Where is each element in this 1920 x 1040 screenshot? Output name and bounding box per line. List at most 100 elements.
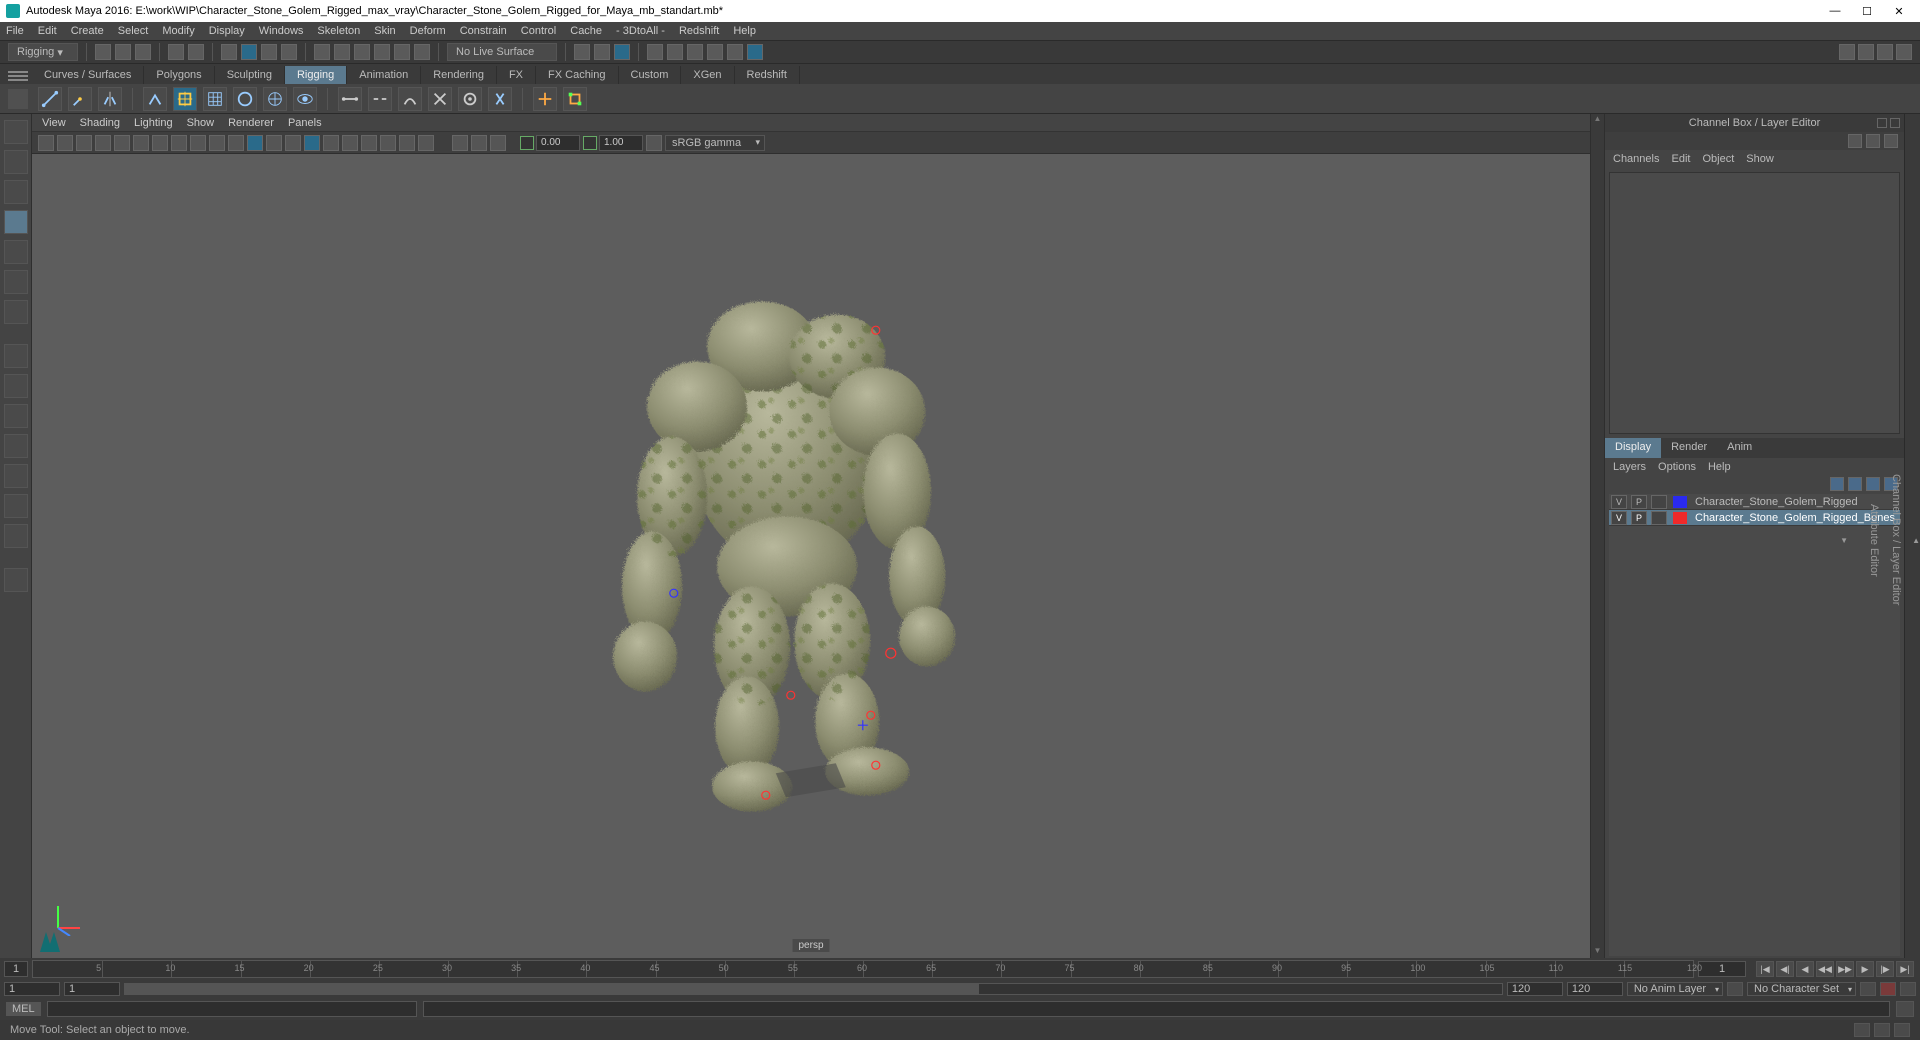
vp-xray-icon[interactable] — [399, 135, 415, 151]
live-surface-display[interactable]: No Live Surface — [447, 43, 557, 61]
vp-ao-icon[interactable] — [304, 135, 320, 151]
parent-constraint-icon[interactable] — [533, 87, 557, 111]
insert-joint-icon[interactable] — [68, 87, 92, 111]
viewport-menu-show[interactable]: Show — [187, 117, 215, 129]
vp-select-camera-icon[interactable] — [38, 135, 54, 151]
vp-isolate-icon[interactable] — [380, 135, 396, 151]
vp-xray-joints-icon[interactable] — [418, 135, 434, 151]
layout-three-icon[interactable] — [4, 464, 28, 488]
bind-skin-icon[interactable] — [338, 87, 362, 111]
renderer-toggle-icon[interactable] — [747, 44, 763, 60]
layout-four-icon[interactable] — [4, 374, 28, 398]
layer-menu-options[interactable]: Options — [1658, 461, 1696, 473]
playback-end-field[interactable]: 120 — [1507, 982, 1563, 996]
move-tool[interactable] — [4, 210, 28, 234]
paint-select-tool[interactable] — [4, 180, 28, 204]
snap-plane-icon[interactable] — [374, 44, 390, 60]
time-slider[interactable]: 1 51015202530354045505560657075808590951… — [0, 958, 1920, 980]
exposure-toggle-icon[interactable] — [520, 136, 534, 150]
range-slider[interactable]: 1 1 120 120 No Anim Layer No Character S… — [0, 980, 1920, 998]
rotate-tool[interactable] — [4, 240, 28, 264]
detach-skin-icon[interactable] — [368, 87, 392, 111]
channel-box-mode-icon-3[interactable] — [1884, 134, 1898, 148]
range-end-field[interactable]: 120 — [1567, 982, 1623, 996]
panel-layout-icon-1[interactable] — [1839, 44, 1855, 60]
layer-menu-layers[interactable]: Layers — [1613, 461, 1646, 473]
lasso-tool[interactable] — [4, 150, 28, 174]
step-forward-key-button[interactable]: |▶ — [1876, 961, 1894, 977]
save-scene-icon[interactable] — [135, 44, 151, 60]
move-layer-up-icon[interactable] — [1830, 477, 1844, 491]
vp-exposure-icon[interactable] — [452, 135, 468, 151]
point-constraint-icon[interactable] — [563, 87, 587, 111]
hypershade-icon[interactable] — [727, 44, 743, 60]
display-layer-list[interactable]: VPCharacter_Stone_Golem_RiggedVPCharacte… — [1609, 494, 1900, 956]
prune-weights-icon[interactable] — [488, 87, 512, 111]
vp-wireframe-icon[interactable] — [209, 135, 225, 151]
panel-close-icon[interactable] — [1890, 118, 1900, 128]
anim-layer-dropdown[interactable]: No Anim Layer — [1627, 982, 1723, 996]
side-scroll-up-icon[interactable]: ▲ — [1912, 536, 1920, 545]
layer-row[interactable]: VPCharacter_Stone_Golem_Rigged_Bones — [1609, 510, 1900, 526]
menu-edit[interactable]: Edit — [38, 25, 57, 37]
panel-undock-icon[interactable] — [1877, 118, 1887, 128]
vp-resolution-gate-icon[interactable] — [171, 135, 187, 151]
character-set-dropdown[interactable]: No Character Set — [1747, 982, 1856, 996]
layout-single-icon[interactable] — [4, 344, 28, 368]
vp-gate-mask-icon[interactable] — [190, 135, 206, 151]
highlight-selection-icon[interactable] — [614, 44, 630, 60]
layout-two-h-icon[interactable] — [4, 404, 28, 428]
menu-set-selector[interactable]: Rigging ▾ — [8, 43, 78, 61]
new-empty-layer-icon[interactable] — [1866, 477, 1880, 491]
command-input[interactable] — [47, 1001, 417, 1017]
snap-grid-icon[interactable] — [314, 44, 330, 60]
open-scene-icon[interactable] — [115, 44, 131, 60]
menu-select[interactable]: Select — [118, 25, 149, 37]
auto-key-icon[interactable] — [1880, 982, 1896, 996]
anim-layer-settings-icon[interactable] — [1727, 982, 1743, 996]
side-tab-attribute-editor[interactable]: Attribute Editor — [1868, 500, 1880, 581]
shelf-tab-polygons[interactable]: Polygons — [144, 66, 214, 84]
status-icon-1[interactable] — [1854, 1023, 1870, 1037]
menu-skeleton[interactable]: Skeleton — [317, 25, 360, 37]
blend-shape-icon[interactable] — [293, 87, 317, 111]
construction-history-icon[interactable] — [574, 44, 590, 60]
viewport-menu-view[interactable]: View — [42, 117, 66, 129]
menu-file[interactable]: File — [6, 25, 24, 37]
panel-layout-icon-4[interactable] — [1896, 44, 1912, 60]
shelf-menu-icon[interactable] — [8, 68, 28, 84]
channelbox-menu-show[interactable]: Show — [1746, 153, 1774, 165]
scale-tool[interactable] — [4, 270, 28, 294]
wrap-icon[interactable] — [263, 87, 287, 111]
range-handle[interactable] — [125, 984, 979, 994]
menu-constrain[interactable]: Constrain — [460, 25, 507, 37]
layout-two-v-icon[interactable] — [4, 434, 28, 458]
exposure-field[interactable]: 0.00 — [536, 135, 580, 151]
viewport-menu-renderer[interactable]: Renderer — [228, 117, 274, 129]
menu-cache[interactable]: Cache — [570, 25, 602, 37]
side-tab-channel-box[interactable]: Channel Box / Layer Editor — [1890, 470, 1902, 609]
menu-skin[interactable]: Skin — [374, 25, 395, 37]
ik-handle-icon[interactable] — [143, 87, 167, 111]
layer-tab-anim[interactable]: Anim — [1717, 438, 1762, 458]
redo-icon[interactable] — [188, 44, 204, 60]
color-mgmt-icon[interactable] — [646, 135, 662, 151]
paint-weights-icon[interactable] — [398, 87, 422, 111]
shelf-tab-sculpting[interactable]: Sculpting — [215, 66, 285, 84]
script-editor-icon[interactable] — [1896, 1001, 1914, 1017]
vp-view-transform-icon[interactable] — [490, 135, 506, 151]
select-mask-icon[interactable] — [281, 44, 297, 60]
step-forward-frame-button[interactable]: ▶ — [1856, 961, 1874, 977]
layout-outliner-icon[interactable] — [4, 494, 28, 518]
layer-tab-display[interactable]: Display — [1605, 438, 1661, 458]
last-tool[interactable] — [4, 300, 28, 324]
script-language-label[interactable]: MEL — [6, 1002, 41, 1016]
snap-curve-icon[interactable] — [334, 44, 350, 60]
status-icon-2[interactable] — [1874, 1023, 1890, 1037]
viewport-menu-panels[interactable]: Panels — [288, 117, 322, 129]
go-to-end-button[interactable]: ▶| — [1896, 961, 1914, 977]
current-time-start-box[interactable]: 1 — [4, 961, 28, 977]
joint-tool-icon[interactable] — [38, 87, 62, 111]
step-back-frame-button[interactable]: ◀ — [1796, 961, 1814, 977]
mirror-weights-icon[interactable] — [428, 87, 452, 111]
